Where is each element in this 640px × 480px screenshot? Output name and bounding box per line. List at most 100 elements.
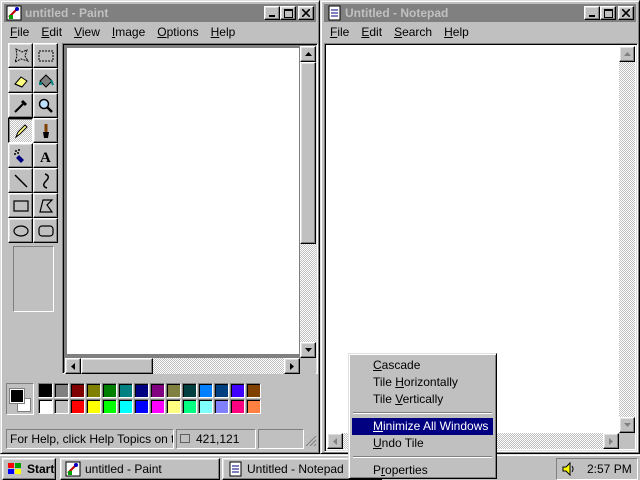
tool-brush[interactable] [33, 118, 58, 143]
palette-swatch[interactable] [118, 383, 133, 398]
tool-pick-color[interactable] [8, 93, 33, 118]
tool-rounded-rectangle[interactable] [33, 218, 58, 243]
paint-minimize-button[interactable] [264, 6, 280, 20]
tool-select[interactable] [33, 43, 58, 68]
palette-swatch[interactable] [134, 383, 149, 398]
status-size-pane [258, 429, 304, 449]
paint-menu-edit[interactable]: Edit [35, 23, 68, 42]
palette-swatch[interactable] [86, 383, 101, 398]
palette-swatch[interactable] [102, 383, 117, 398]
paint-vertical-scrollbar[interactable] [300, 46, 316, 358]
palette-swatch[interactable] [246, 399, 261, 414]
palette-swatch[interactable] [70, 383, 85, 398]
notepad-maximize-button[interactable] [600, 6, 616, 20]
tool-eraser[interactable] [8, 68, 33, 93]
tool-options-box[interactable] [13, 246, 54, 312]
free-form-select-icon [13, 47, 29, 63]
palette-swatch[interactable] [38, 383, 53, 398]
palette-swatch[interactable] [182, 383, 197, 398]
menu-item-tile-vertically[interactable]: Tile Vertically [352, 391, 493, 408]
text-icon: A [40, 150, 51, 165]
scroll-right-button[interactable] [603, 433, 619, 449]
system-tray: 2:57 PM [556, 458, 638, 480]
notepad-menu-file[interactable]: File [324, 23, 355, 42]
notepad-vertical-scrollbar[interactable] [619, 46, 635, 433]
palette-swatch[interactable] [230, 399, 245, 414]
horizontal-scroll-thumb[interactable] [81, 358, 153, 374]
paint-close-button[interactable] [298, 6, 314, 20]
scroll-up-button[interactable] [300, 46, 316, 62]
paint-horizontal-scrollbar[interactable] [65, 358, 300, 374]
palette-swatch[interactable] [198, 399, 213, 414]
paint-maximize-button[interactable] [280, 6, 296, 20]
tool-magnifier[interactable] [33, 93, 58, 118]
palette-swatch[interactable] [246, 383, 261, 398]
paint-titlebar[interactable]: untitled - Paint [4, 4, 316, 22]
maximize-icon [603, 8, 613, 18]
paint-menu-image[interactable]: Image [106, 23, 151, 42]
notepad-titlebar[interactable]: Untitled - Notepad [324, 4, 636, 22]
scroll-left-button[interactable] [327, 433, 343, 449]
clock[interactable]: 2:57 PM [587, 462, 632, 476]
eyedropper-icon [13, 99, 27, 113]
scroll-left-button[interactable] [65, 358, 81, 374]
palette-swatch[interactable] [86, 399, 101, 414]
paint-canvas[interactable] [67, 48, 299, 354]
foreground-color[interactable] [9, 388, 25, 404]
palette-swatch[interactable] [182, 399, 197, 414]
menu-item-cascade[interactable]: Cascade [352, 357, 493, 374]
menu-item-minimize-all-windows[interactable]: Minimize All Windows [352, 418, 493, 435]
palette-swatch[interactable] [198, 383, 213, 398]
tool-curve[interactable] [33, 168, 58, 193]
menu-item-tile-horizontally[interactable]: Tile Horizontally [352, 374, 493, 391]
scroll-down-button[interactable] [619, 417, 635, 433]
palette-swatch[interactable] [230, 383, 245, 398]
paint-menu-help[interactable]: Help [205, 23, 242, 42]
arrow-up-icon [304, 52, 312, 56]
menu-item-undo-tile[interactable]: Undo Tile [352, 435, 493, 452]
vertical-scroll-thumb[interactable] [300, 62, 316, 244]
palette-swatch[interactable] [102, 399, 117, 414]
paint-menu-view[interactable]: View [68, 23, 106, 42]
palette-swatch[interactable] [214, 383, 229, 398]
volume-icon[interactable] [561, 461, 577, 477]
scroll-right-button[interactable] [284, 358, 300, 374]
palette-swatch[interactable] [54, 399, 69, 414]
notepad-menu-help[interactable]: Help [438, 23, 475, 42]
taskbar-item-paint[interactable]: untitled - Paint [60, 458, 220, 480]
palette-swatch[interactable] [38, 399, 53, 414]
paint-statusbar: For Help, click Help Topics on the 421,1… [4, 429, 318, 449]
tool-rectangle[interactable] [8, 193, 33, 218]
palette-swatch[interactable] [150, 399, 165, 414]
notepad-menu-edit[interactable]: Edit [355, 23, 388, 42]
notepad-minimize-button[interactable] [584, 6, 600, 20]
tool-polygon[interactable] [33, 193, 58, 218]
tool-airbrush[interactable] [8, 143, 33, 168]
tool-ellipse[interactable] [8, 218, 33, 243]
scroll-down-button[interactable] [300, 342, 316, 358]
scroll-up-button[interactable] [619, 46, 635, 62]
start-button[interactable]: Start [2, 458, 56, 480]
palette-swatch[interactable] [70, 399, 85, 414]
paint-menu-options[interactable]: Options [151, 23, 204, 42]
palette-swatch[interactable] [54, 383, 69, 398]
tool-text[interactable]: A [33, 143, 58, 168]
palette-swatch[interactable] [166, 399, 181, 414]
palette-swatch[interactable] [214, 399, 229, 414]
resize-grip-icon[interactable] [305, 435, 317, 447]
notepad-close-button[interactable] [618, 6, 634, 20]
paint-menu-file[interactable]: File [4, 23, 35, 42]
palette-swatch[interactable] [166, 383, 181, 398]
menu-item-properties[interactable]: Properties [352, 462, 493, 479]
paint-toolbox: A [6, 43, 58, 373]
palette-swatch[interactable] [118, 399, 133, 414]
tool-fill-with-color[interactable] [33, 68, 58, 93]
notepad-menu-search[interactable]: Search [388, 23, 438, 42]
tool-pencil[interactable] [8, 118, 33, 143]
palette-swatch[interactable] [150, 383, 165, 398]
tool-free-form-select[interactable] [8, 43, 33, 68]
pencil-icon [14, 123, 28, 138]
tool-line[interactable] [8, 168, 33, 193]
palette-swatch[interactable] [134, 399, 149, 414]
notepad-app-icon [328, 5, 341, 21]
